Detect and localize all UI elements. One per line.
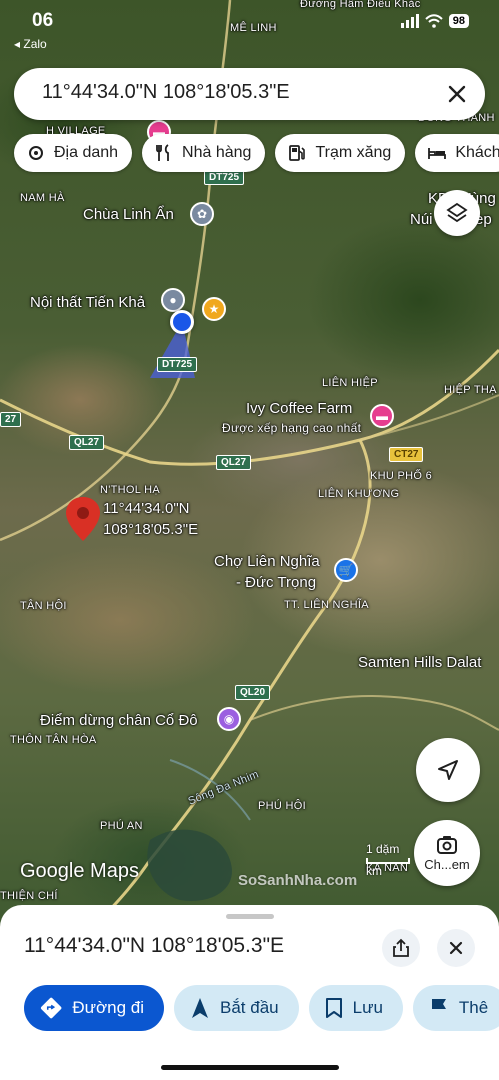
- temple-icon[interactable]: ✿: [190, 202, 214, 226]
- lens-label: Ch...em: [424, 856, 470, 872]
- landmark-icon: [29, 146, 43, 160]
- navigation-arrow-icon: [192, 998, 208, 1018]
- share-button[interactable]: [382, 929, 420, 967]
- save-label: Lưu: [352, 998, 383, 1017]
- search-query[interactable]: 11°44'34.0"N 108°18'05.3"E: [42, 81, 290, 104]
- road-shield: 27: [0, 412, 22, 427]
- place-label: PHÚ HỘI: [258, 800, 306, 812]
- location-pin-icon[interactable]: [66, 497, 100, 541]
- close-sheet-button[interactable]: [437, 929, 475, 967]
- poi-label[interactable]: - Đức Trọng: [236, 574, 316, 591]
- chip-label: Địa danh: [54, 144, 119, 161]
- gas-station-icon: [289, 145, 306, 161]
- signal-icon: [400, 14, 419, 28]
- scale-miles: 1 dặm: [366, 842, 400, 856]
- my-location-dot: [170, 310, 194, 334]
- chip-label: Nhà hàng: [182, 144, 252, 161]
- shopping-cart-icon[interactable]: 🛒: [334, 558, 358, 582]
- home-indicator: [161, 1065, 339, 1070]
- poi-label[interactable]: Chùa Linh Ẩn: [83, 206, 174, 223]
- save-button[interactable]: Lưu: [308, 985, 403, 1031]
- layers-icon: [446, 202, 468, 223]
- road-shield: QL20: [235, 685, 271, 700]
- share-icon: [393, 938, 409, 957]
- action-buttons: Đường đi Bắt đầu Lưu Thê: [24, 985, 499, 1031]
- search-bar[interactable]: 11°44'34.0"N 108°18'05.3"E: [14, 68, 485, 120]
- place-label: THÔN TÂN HÒA: [10, 734, 97, 746]
- restaurant-icon: [156, 144, 169, 161]
- place-label: PHÚ AN: [100, 820, 143, 832]
- lens-button[interactable]: Ch...em: [414, 820, 480, 886]
- clock: 06: [32, 10, 54, 31]
- pin-label: 108°18'05.3"E: [103, 521, 199, 538]
- category-chips: Địa danh Nhà hàng Trạm xăng Khách: [14, 134, 499, 172]
- directions-icon: [40, 997, 62, 1019]
- star-icon[interactable]: ★: [202, 297, 226, 321]
- close-icon[interactable]: [443, 80, 471, 108]
- poi-marker-icon[interactable]: ●: [161, 288, 185, 312]
- hotel-icon[interactable]: ▬: [370, 404, 394, 428]
- bookmark-icon: [325, 998, 342, 1018]
- place-label: LIÊN HIỆP: [322, 377, 378, 389]
- drag-handle[interactable]: [226, 914, 274, 919]
- chip-restaurants[interactable]: Nhà hàng: [142, 134, 266, 172]
- start-button[interactable]: Bắt đầu: [174, 985, 299, 1031]
- place-label: NAM HÀ: [20, 192, 65, 204]
- chip-label: Trạm xăng: [315, 144, 392, 161]
- poi-label[interactable]: Nội thất Tiến Khả: [30, 294, 145, 311]
- hotel-icon: [428, 148, 447, 159]
- chip-label: Khách: [455, 144, 499, 161]
- chip-gas-stations[interactable]: Trạm xăng: [275, 134, 406, 172]
- place-title: 11°44'34.0"N 108°18'05.3"E: [24, 934, 285, 957]
- pin-label: 11°44'34.0"N: [103, 500, 190, 517]
- directions-label: Đường đi: [72, 998, 144, 1017]
- add-label-button[interactable]: Thê: [412, 985, 499, 1031]
- close-icon: [449, 941, 463, 955]
- google-maps-logo: Google Maps: [20, 860, 139, 882]
- battery-indicator: 98: [448, 14, 469, 28]
- poi-label[interactable]: Ivy Coffee Farm: [246, 400, 352, 417]
- chip-hotels[interactable]: Khách: [415, 134, 499, 172]
- road-shield: DT725: [204, 170, 245, 185]
- scale-km: km: [366, 864, 382, 878]
- add-label-label: Thê: [458, 998, 489, 1017]
- road-shield: CT27: [389, 447, 424, 462]
- place-label: TÂN HỘI: [20, 600, 67, 612]
- place-sheet: 11°44'34.0"N 108°18'05.3"E Đường đi Bắt …: [0, 905, 499, 1080]
- road-shield: QL27: [69, 435, 105, 450]
- place-label: THIỆN CHÍ: [0, 890, 58, 902]
- poi-label[interactable]: Samten Hills Dalat: [358, 654, 481, 671]
- status-bar: 06 ◂ Zalo 98: [0, 0, 499, 56]
- place-label: KHU PHỐ 6: [370, 470, 432, 482]
- layers-button[interactable]: [434, 190, 480, 236]
- road-shield: DT725: [157, 357, 198, 372]
- directions-button[interactable]: Đường đi: [24, 985, 164, 1031]
- road-shield: QL27: [216, 455, 252, 470]
- status-icons: 98: [400, 14, 469, 28]
- poi-label[interactable]: Điểm dừng chân Cổ Đô: [40, 712, 198, 729]
- poi-sublabel: Được xếp hạng cao nhất: [222, 421, 362, 435]
- watermark: SoSanhNha.com: [238, 872, 358, 889]
- scale-bar: 1 dặm km: [366, 842, 410, 878]
- poi-label[interactable]: Chợ Liên Nghĩa: [214, 553, 320, 570]
- chip-landmarks[interactable]: Địa danh: [14, 134, 133, 172]
- camera-icon: [437, 835, 457, 854]
- place-label: LIÊN KHƯƠNG: [318, 488, 400, 500]
- place-label: N'THOL HẠ: [100, 484, 161, 496]
- flag-icon: [431, 999, 446, 1018]
- back-to-app-link[interactable]: ◂ Zalo: [14, 37, 47, 51]
- place-label: HIỆP THẠ: [444, 384, 497, 396]
- wifi-icon: [425, 14, 443, 28]
- navigation-arrow-icon: [438, 760, 458, 780]
- place-label: TT. LIÊN NGHĨA: [284, 599, 369, 611]
- my-location-button[interactable]: [416, 738, 480, 802]
- camera-icon[interactable]: ◉: [217, 707, 241, 731]
- start-label: Bắt đầu: [220, 998, 279, 1017]
